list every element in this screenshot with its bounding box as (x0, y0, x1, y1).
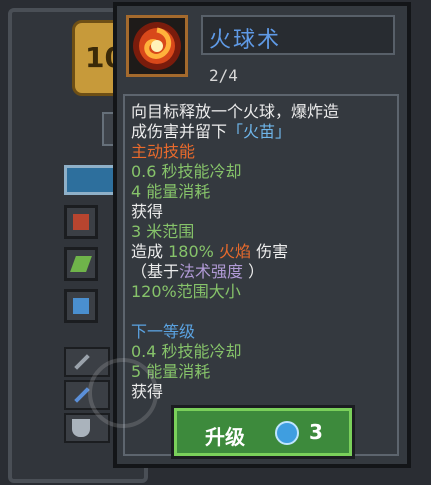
scaling-close: ） (248, 262, 265, 281)
gain-label: 获得 (131, 202, 164, 221)
description-line-1: 向目标释放一个火球，爆炸造 (131, 102, 340, 121)
next-energy-stat: 5 能量消耗 (131, 362, 211, 381)
upgrade-cost: 3 (309, 420, 323, 444)
book-icon (73, 298, 89, 314)
skill-level: 2/4 (209, 66, 238, 85)
damage-line: 造成 180% 火焰 伤害 (131, 242, 399, 262)
description-line-2: 成伤害并留下「火苗」 (131, 122, 399, 142)
description-text: 成伤害并留下 (131, 122, 228, 141)
upgrade-button[interactable]: 升级 3 (174, 408, 352, 456)
shield-icon (72, 419, 90, 437)
damage-type: 火焰 (218, 242, 251, 261)
energy-cost-stat: 4 能量消耗 (131, 182, 211, 201)
cooldown-stat: 0.6 秒技能冷却 (131, 162, 242, 181)
next-cooldown-stat: 0.4 秒技能冷却 (131, 342, 242, 361)
watermark-cat-icon (88, 358, 158, 428)
damage-suffix: 伤害 (256, 242, 289, 261)
fist-icon (73, 214, 89, 230)
active-skill-label: 主动技能 (131, 142, 196, 161)
spiral-gem-icon (275, 421, 299, 445)
spell-power-stat: 法术强度 (179, 262, 244, 281)
leaf-icon (70, 256, 92, 272)
scaling-line: （基于法术强度 ） (131, 262, 399, 282)
area-size-stat: 120%范围大小 (131, 282, 241, 301)
item-slot-2[interactable] (64, 247, 98, 281)
skill-description: 向目标释放一个火球，爆炸造 成伤害并留下「火苗」 主动技能 0.6 秒技能冷却 … (131, 102, 399, 402)
item-slot-1[interactable] (64, 205, 98, 239)
flame-keyword: 「火苗」 (227, 122, 292, 141)
next-level-label: 下一等级 (131, 322, 196, 341)
skill-name: 火球术 (209, 28, 282, 53)
damage-prefix: 造成 (131, 242, 164, 261)
skill-name-box: 火球术 (201, 15, 395, 55)
item-slot-3[interactable] (64, 289, 98, 323)
fireball-icon (126, 15, 188, 77)
sword-icon (74, 354, 90, 370)
damage-percent: 180% (168, 242, 214, 261)
upgrade-label: 升级 (205, 425, 245, 449)
range-stat: 3 米范围 (131, 222, 195, 241)
scaling-open: （基于 (131, 262, 180, 281)
